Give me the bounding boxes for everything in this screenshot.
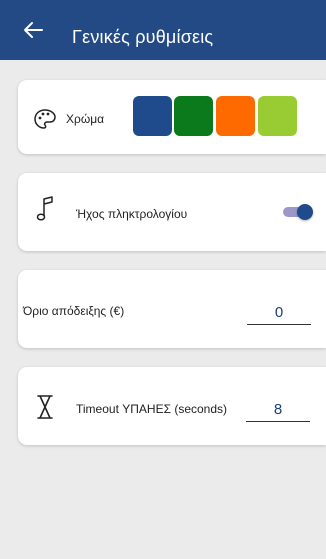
color-label: Χρώμα [66,112,105,126]
color-swatch-orange[interactable] [216,96,255,136]
app-bar: Γενικές ρυθμίσεις [0,0,326,60]
color-swatch-lime[interactable] [258,96,297,136]
color-swatch-green[interactable] [174,96,213,136]
toggle-thumb [297,204,313,220]
timeout-label: Timeout ΥΠΑΗΕΣ (seconds) [76,402,228,416]
arrow-left-icon[interactable] [22,20,44,40]
keyboard-sound-label: Ήχος πληκτρολογίου [76,207,188,221]
music-note-icon [36,196,53,221]
color-swatch-blue[interactable] [133,96,172,136]
receipt-limit-field[interactable] [247,300,311,325]
receipt-limit-label: Όριο απόδειξης (€) [23,304,125,318]
palette-icon [34,109,56,129]
keyboard-sound-toggle[interactable] [283,204,313,220]
page-title: Γενικές ρυθμίσεις [72,27,214,47]
hourglass-icon [37,395,53,419]
timeout-field[interactable] [246,397,310,422]
